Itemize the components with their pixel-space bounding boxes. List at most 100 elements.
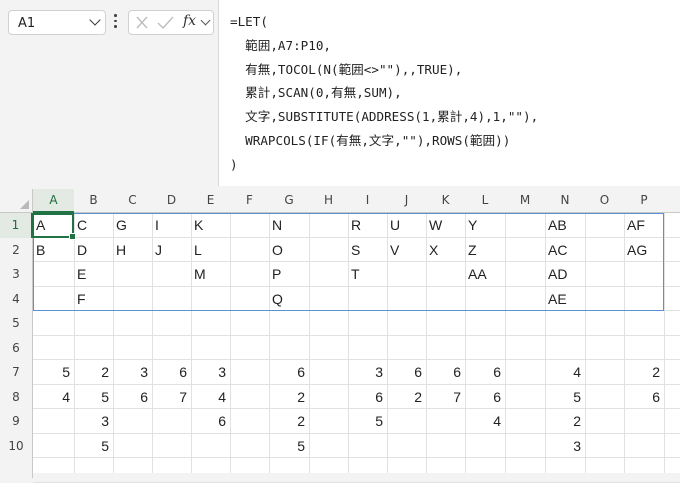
cell-i9[interactable]: 5 <box>348 409 383 433</box>
row-header-2[interactable]: 2 <box>0 237 33 262</box>
cell-b8[interactable]: 5 <box>74 385 109 409</box>
enter-check-icon[interactable] <box>157 16 174 30</box>
cell-j1[interactable]: U <box>390 213 400 237</box>
cell-i8[interactable]: 6 <box>348 385 383 409</box>
cell-g3[interactable]: P <box>272 262 281 286</box>
cell-g4[interactable]: Q <box>272 287 283 311</box>
cell-g9[interactable]: 2 <box>269 409 305 433</box>
column-header-k[interactable]: K <box>426 189 465 213</box>
cell-e2[interactable]: L <box>194 238 202 262</box>
cell-l1[interactable]: Y <box>468 213 477 237</box>
column-header-n[interactable]: N <box>545 189 585 213</box>
cell-i3[interactable]: T <box>351 262 360 286</box>
cell-p8[interactable]: 6 <box>624 385 660 409</box>
formula-bar-expand-icon[interactable] <box>200 15 211 26</box>
cell-l3[interactable]: AA <box>468 262 487 286</box>
column-header-d[interactable]: D <box>152 189 191 213</box>
cell-b1[interactable]: C <box>77 213 87 237</box>
column-header-p[interactable]: P <box>624 189 664 213</box>
cell-e3[interactable]: M <box>194 262 206 286</box>
column-header-a[interactable]: A <box>33 189 74 213</box>
cell-c7[interactable]: 3 <box>113 360 148 384</box>
cell-l2[interactable]: Z <box>468 238 477 262</box>
row-header-partial[interactable] <box>0 458 33 478</box>
cell-a1[interactable]: A <box>36 213 45 237</box>
cell-e7[interactable]: 3 <box>191 360 226 384</box>
row-header-10[interactable]: 10 <box>0 433 33 458</box>
cell-k7[interactable]: 6 <box>426 360 461 384</box>
column-header-g[interactable]: G <box>269 189 309 213</box>
cell-d8[interactable]: 7 <box>152 385 187 409</box>
cell-n9[interactable]: 2 <box>545 409 581 433</box>
cell-j8[interactable]: 2 <box>387 385 422 409</box>
cell-p1[interactable]: AF <box>627 213 645 237</box>
column-header-j[interactable]: J <box>387 189 426 213</box>
cell-l8[interactable]: 6 <box>465 385 501 409</box>
row-header-1[interactable]: 1 <box>0 213 33 238</box>
cell-b9[interactable]: 3 <box>74 409 109 433</box>
column-header-o[interactable]: O <box>585 189 624 213</box>
cell-b2[interactable]: D <box>77 238 87 262</box>
cell-g1[interactable]: N <box>272 213 282 237</box>
column-header-partial[interactable] <box>664 189 680 213</box>
cell-g8[interactable]: 2 <box>269 385 305 409</box>
cell-d2[interactable]: J <box>155 238 162 262</box>
cell-d1[interactable]: I <box>155 213 159 237</box>
insert-function-icon[interactable]: fx <box>183 13 196 29</box>
cell-a7[interactable]: 5 <box>33 360 70 384</box>
cell-n10[interactable]: 3 <box>545 434 581 458</box>
formula-bar[interactable]: =LET( 範囲,A7:P10, 有無,TOCOL(N(範囲<>""),,TRU… <box>218 0 680 186</box>
name-box-dropdown-icon[interactable] <box>89 14 101 26</box>
cell-l7[interactable]: 6 <box>465 360 501 384</box>
row-header-6[interactable]: 6 <box>0 335 33 360</box>
cell-n1[interactable]: AB <box>548 213 567 237</box>
cell-a8[interactable]: 4 <box>33 385 70 409</box>
row-header-9[interactable]: 9 <box>0 409 33 434</box>
cell-c2[interactable]: H <box>116 238 126 262</box>
row-header-5[interactable]: 5 <box>0 311 33 336</box>
spreadsheet-grid[interactable]: A B C D E F G H I J K L M N O P 1 2 3 4 5 6 7 8 9 10 A C G I K N R U W Y AB A… <box>0 189 680 483</box>
cell-d7[interactable]: 6 <box>152 360 187 384</box>
cell-i2[interactable]: S <box>351 238 360 262</box>
cell-e9[interactable]: 6 <box>191 409 226 433</box>
row-header-4[interactable]: 4 <box>0 286 33 311</box>
cell-i7[interactable]: 3 <box>348 360 383 384</box>
cell-i1[interactable]: R <box>351 213 361 237</box>
column-header-h[interactable]: H <box>309 189 348 213</box>
row-header-7[interactable]: 7 <box>0 360 33 385</box>
cell-g7[interactable]: 6 <box>269 360 305 384</box>
cell-j2[interactable]: V <box>390 238 399 262</box>
cell-n7[interactable]: 4 <box>545 360 581 384</box>
cell-n2[interactable]: AC <box>548 238 567 262</box>
cell-p7[interactable]: 2 <box>624 360 660 384</box>
cell-c1[interactable]: G <box>116 213 127 237</box>
cell-a2[interactable]: B <box>36 238 45 262</box>
column-header-i[interactable]: I <box>348 189 387 213</box>
cell-l9[interactable]: 4 <box>465 409 501 433</box>
cell-g2[interactable]: O <box>272 238 283 262</box>
cell-p2[interactable]: AG <box>627 238 647 262</box>
column-header-c[interactable]: C <box>113 189 152 213</box>
more-options-icon[interactable] <box>113 14 117 30</box>
cell-e8[interactable]: 4 <box>191 385 226 409</box>
cell-k2[interactable]: X <box>429 238 438 262</box>
cell-n4[interactable]: AE <box>548 287 567 311</box>
row-header-8[interactable]: 8 <box>0 384 33 409</box>
cell-n8[interactable]: 5 <box>545 385 581 409</box>
cell-k1[interactable]: W <box>429 213 442 237</box>
cell-n3[interactable]: AD <box>548 262 567 286</box>
cell-g10[interactable]: 5 <box>269 434 305 458</box>
cancel-icon[interactable] <box>136 16 148 29</box>
column-header-e[interactable]: E <box>191 189 230 213</box>
column-header-b[interactable]: B <box>74 189 113 213</box>
row-header-3[interactable]: 3 <box>0 262 33 287</box>
column-header-f[interactable]: F <box>230 189 269 213</box>
cell-b3[interactable]: E <box>77 262 86 286</box>
cell-j7[interactable]: 6 <box>387 360 422 384</box>
cell-c8[interactable]: 6 <box>113 385 148 409</box>
column-header-l[interactable]: L <box>465 189 505 213</box>
cell-b10[interactable]: 5 <box>74 434 109 458</box>
column-header-m[interactable]: M <box>505 189 545 213</box>
name-box[interactable]: A1 <box>8 10 106 35</box>
select-all-corner[interactable] <box>0 189 33 213</box>
